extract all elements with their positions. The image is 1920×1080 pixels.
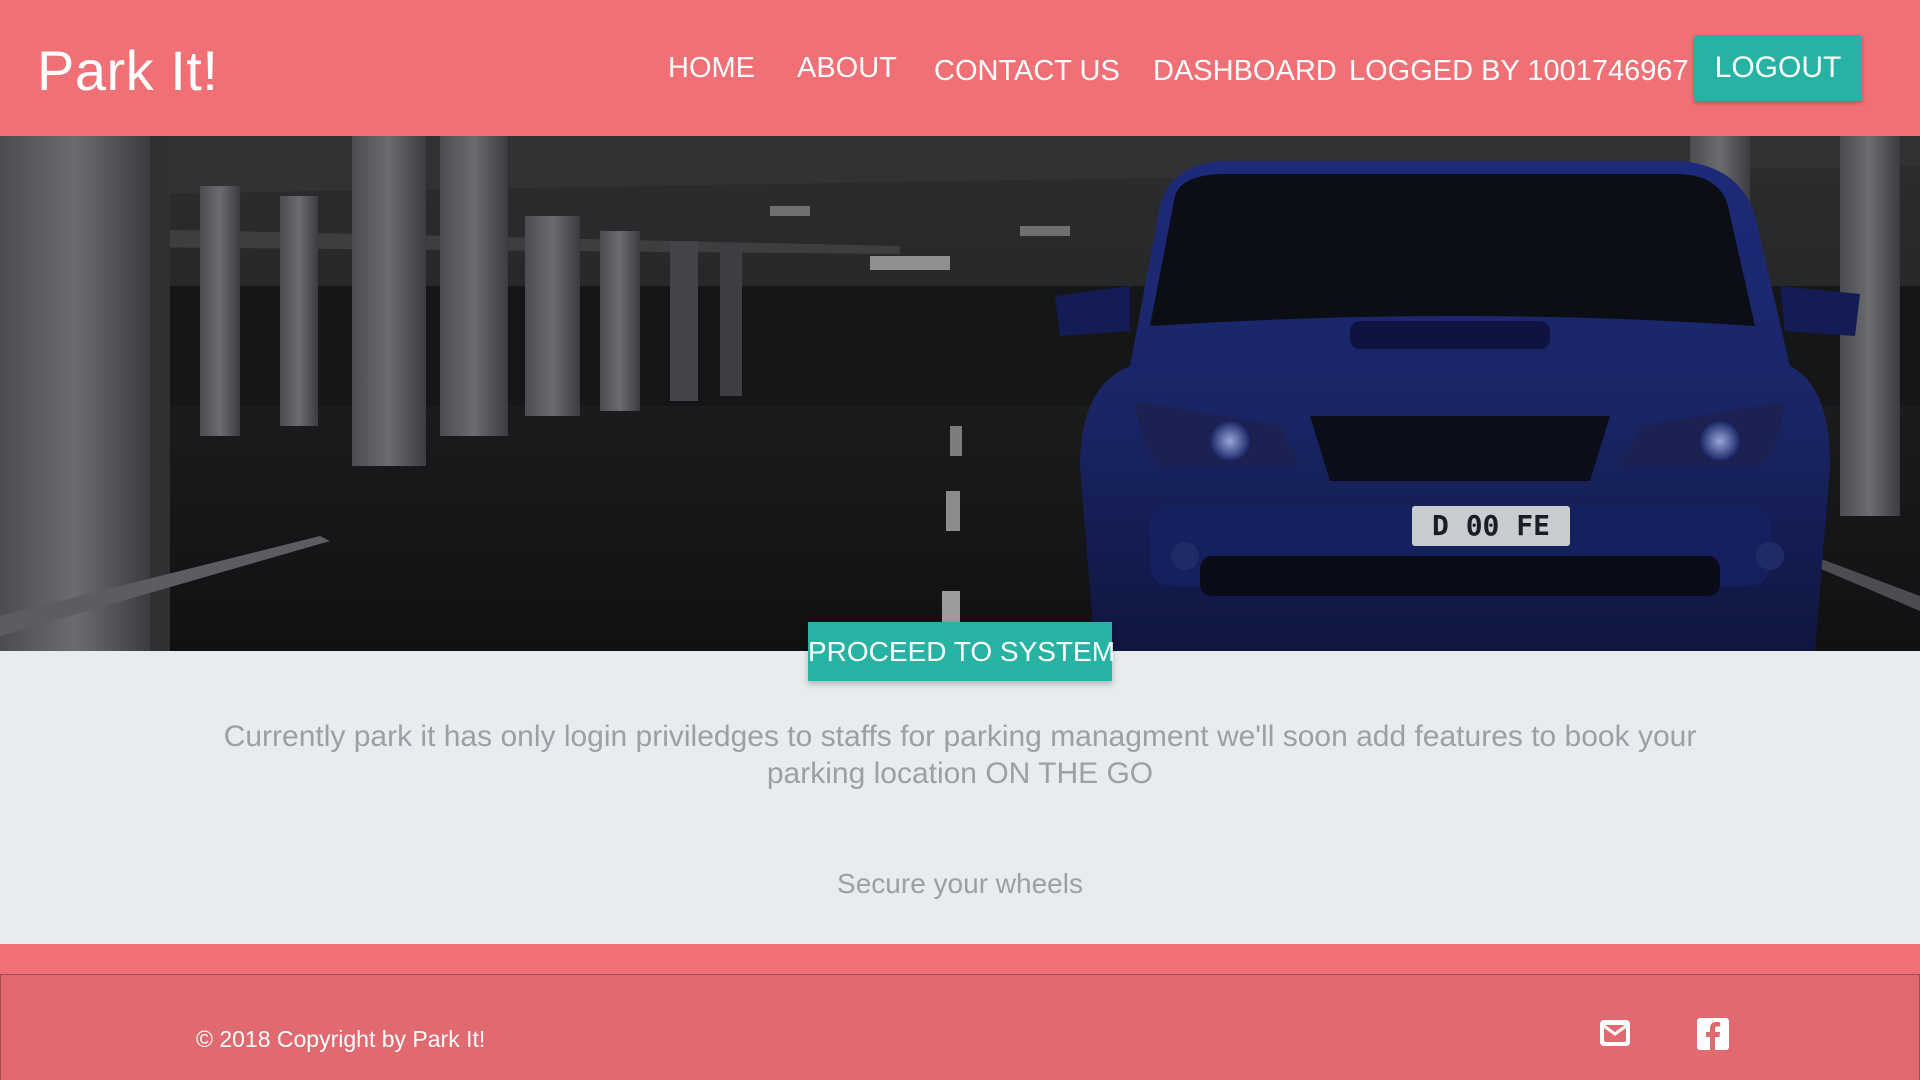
nav-about-link[interactable]: ABOUT: [797, 50, 897, 86]
hero-image: D 00 FE: [0, 136, 1920, 651]
svg-text:D 00 FE: D 00 FE: [1432, 509, 1550, 542]
footer-top-band: [0, 944, 1920, 974]
facebook-icon[interactable]: [1696, 1017, 1730, 1051]
proceed-to-system-button[interactable]: PROCEED TO SYSTEM: [808, 622, 1115, 681]
brand-logo[interactable]: Park It!: [37, 36, 218, 106]
nav-contact-link[interactable]: CONTACT US: [934, 53, 1120, 89]
intro-description: Currently park it has only login privile…: [223, 720, 1697, 790]
envelope-icon[interactable]: [1598, 1016, 1632, 1050]
tagline: Secure your wheels: [837, 868, 1083, 899]
copyright-text: © 2018 Copyright by Park It!: [196, 1026, 486, 1052]
nav-home-link[interactable]: HOME: [668, 50, 755, 86]
logout-button[interactable]: LOGOUT: [1694, 35, 1862, 101]
logged-in-user-label: LOGGED BY 1001746967: [1349, 55, 1689, 87]
navbar: Park It! HOME ABOUT CONTACT US DASHBOARD…: [0, 0, 1920, 136]
nav-dashboard-link[interactable]: DASHBOARD: [1153, 53, 1337, 89]
parking-garage-car-illustration: D 00 FE: [0, 136, 1920, 651]
